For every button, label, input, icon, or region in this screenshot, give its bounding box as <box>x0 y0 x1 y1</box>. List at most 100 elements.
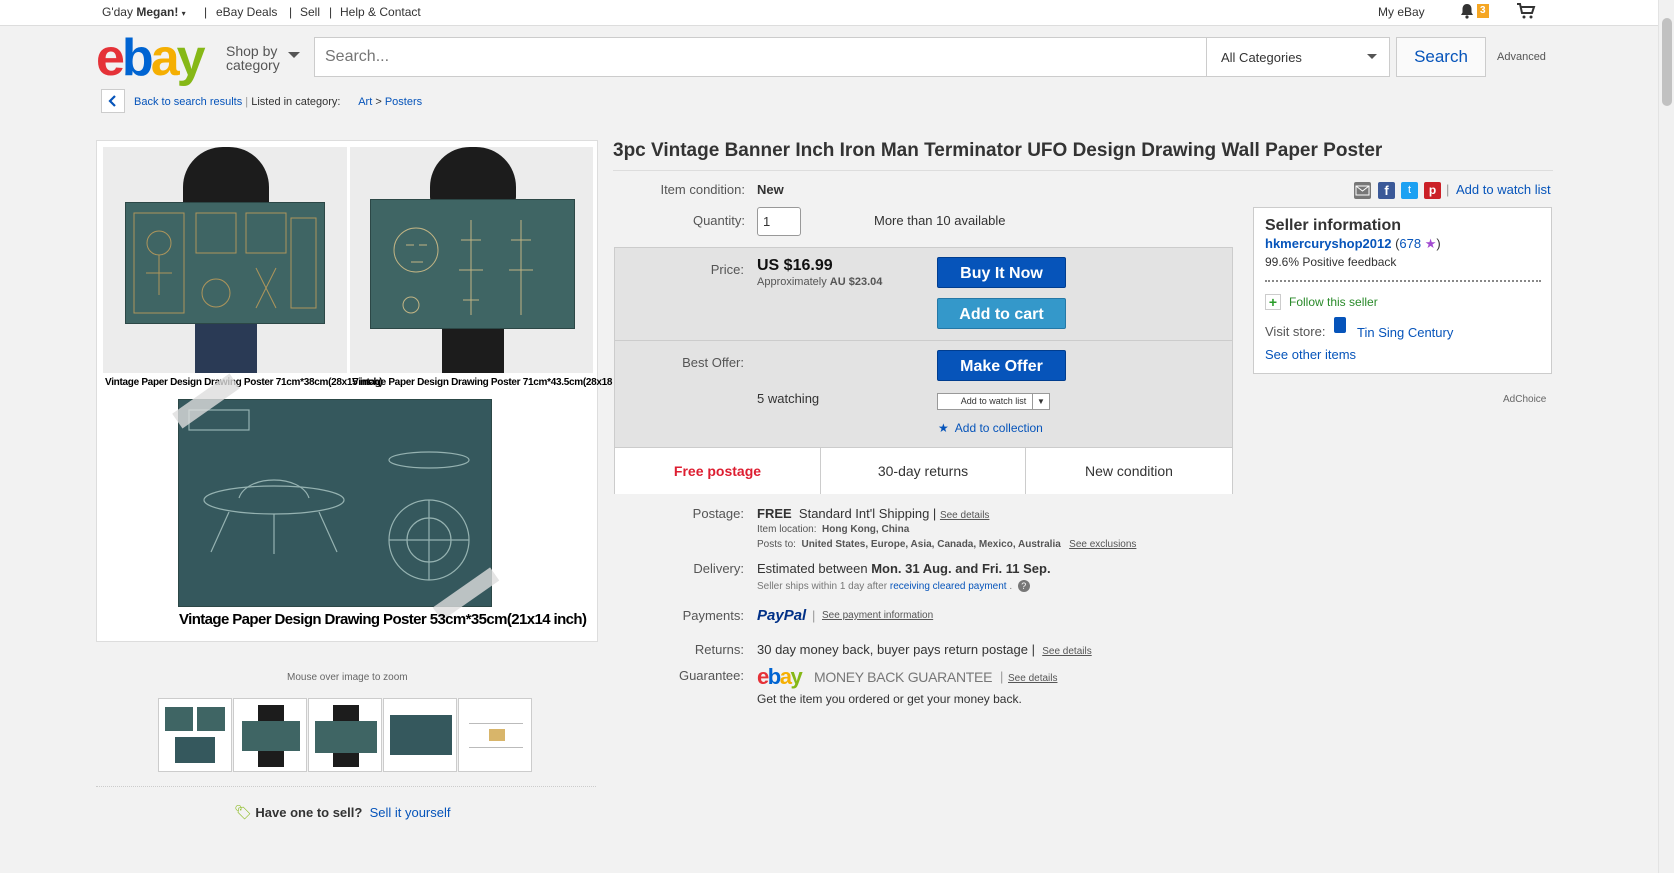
email-icon[interactable] <box>1354 182 1371 199</box>
sell-link[interactable]: Sell <box>300 5 320 19</box>
thumbnail-5[interactable] <box>458 698 532 772</box>
seller-info-box: Seller information hkmercuryshop2012 (67… <box>1253 207 1552 374</box>
ebay-small-logo: ebay <box>757 664 803 690</box>
guarantee-subtext: Get the item you ordered or get your mon… <box>757 692 1022 706</box>
iron-man-poster <box>125 202 325 324</box>
logo-letter: b <box>767 664 781 689</box>
store-link[interactable]: Tin Sing Century <box>1357 325 1453 340</box>
returns-text: 30 day money back, buyer pays return pos… <box>757 642 1035 657</box>
add-to-collection-link[interactable]: Add to collection <box>955 421 1043 435</box>
greeting[interactable]: G'day Megan! ▾ <box>102 5 186 19</box>
category-select[interactable]: All Categories <box>1207 37 1390 77</box>
posts-to-value: United States, Europe, Asia, Canada, Mex… <box>801 539 1061 550</box>
page-scrollbar[interactable] <box>1658 0 1674 873</box>
returns-see-details-link[interactable]: See details <box>1042 646 1091 657</box>
positive-feedback: 99.6% Positive feedback <box>1265 255 1397 269</box>
divider: | <box>289 5 293 19</box>
make-offer-button[interactable]: Make Offer <box>937 350 1066 381</box>
help-icon[interactable]: ? <box>1017 580 1030 592</box>
facebook-icon[interactable]: f <box>1378 182 1395 199</box>
advanced-search-link[interactable]: Advanced <box>1497 51 1546 63</box>
thumbnail-4[interactable] <box>383 698 457 772</box>
ebay-deals-link[interactable]: eBay Deals <box>216 5 277 19</box>
person-jeans <box>195 317 257 373</box>
breadcrumb-posters-link[interactable]: Posters <box>385 96 422 108</box>
caption-ufo: Vintage Paper Design Drawing Poster 53cm… <box>179 611 587 628</box>
breadcrumb: Back to search results | Listed in categ… <box>134 96 422 108</box>
postage-value: FREE Standard Int'l Shipping | See detai… <box>757 506 989 521</box>
guarantee-label: Guarantee: <box>678 668 744 683</box>
chevron-left-icon <box>108 95 116 107</box>
my-ebay-link[interactable]: My eBay <box>1378 5 1425 19</box>
add-to-cart-button[interactable]: Add to cart <box>937 298 1066 329</box>
twitter-icon[interactable]: t <box>1401 182 1418 199</box>
paypal-logo: PayPal <box>757 607 807 624</box>
thumb-text-line <box>469 723 523 724</box>
search-input[interactable] <box>315 38 1206 76</box>
thumb-text-line <box>469 747 523 748</box>
approx-value: AU $23.04 <box>829 276 883 288</box>
back-to-results-link[interactable]: Back to search results <box>134 96 242 108</box>
condition-value: New <box>757 182 784 197</box>
feedback-score-link[interactable]: 678 <box>1399 236 1421 251</box>
chevron-down-icon <box>1367 54 1377 59</box>
shop-by-line1: Shop by <box>226 43 278 59</box>
returns-value: 30 day money back, buyer pays return pos… <box>757 642 1092 657</box>
quantity-input[interactable]: 1 <box>757 207 801 236</box>
posts-to-label: Posts to: <box>757 539 796 550</box>
divider: | <box>1000 669 1004 684</box>
seller-name-row: hkmercuryshop2012 (678 ★) <box>1265 236 1441 251</box>
logo-letter: y <box>176 29 206 87</box>
add-to-watch-list-button[interactable]: Add to watch list ▼ <box>937 393 1050 410</box>
plus-icon[interactable]: + <box>1265 294 1281 310</box>
thumbnail-1[interactable] <box>158 698 232 772</box>
search-box <box>314 37 1207 77</box>
search-button[interactable]: Search <box>1396 37 1486 77</box>
help-contact-link[interactable]: Help & Contact <box>340 5 421 19</box>
chevron-down-icon[interactable]: ▼ <box>1032 394 1049 409</box>
approx-prefix: Approximately <box>757 276 827 288</box>
guarantee-see-details-link[interactable]: See details <box>1008 673 1057 684</box>
see-payment-info-link[interactable]: See payment information <box>822 610 933 621</box>
price-label: Price: <box>710 262 744 277</box>
item-title: 3pc Vintage Banner Inch Iron Man Termina… <box>613 140 1383 161</box>
thumb-poster <box>315 721 377 753</box>
logo-letter: e <box>96 29 125 87</box>
watching-count: 5 watching <box>757 391 820 406</box>
thumbnail-3[interactable] <box>308 698 382 772</box>
price-value: US $16.99 <box>757 257 833 274</box>
pinterest-icon[interactable]: p <box>1424 182 1441 199</box>
breadcrumb-art-link[interactable]: Art <box>358 96 372 108</box>
sell-it-yourself-link[interactable]: Sell it yourself <box>370 805 451 820</box>
shop-by-line2: category <box>226 57 280 73</box>
add-to-collection[interactable]: ★ Add to collection <box>938 421 1043 435</box>
bell-icon[interactable] <box>1459 3 1475 22</box>
buy-it-now-button[interactable]: Buy It Now <box>937 257 1066 288</box>
thumb-poster <box>242 721 300 751</box>
add-to-watch-list-link[interactable]: Add to watch list <box>1456 182 1551 197</box>
quantity-label: Quantity: <box>692 213 745 228</box>
cart-icon[interactable] <box>1516 3 1536 22</box>
see-exclusions-link[interactable]: See exclusions <box>1069 539 1136 550</box>
adchoice-link[interactable]: AdChoice <box>1503 394 1546 405</box>
divider: | <box>329 5 333 19</box>
cleared-payment-link[interactable]: receiving cleared payment <box>890 581 1007 592</box>
shop-by-category[interactable]: Shop by category <box>226 43 300 73</box>
delivery-label: Delivery: <box>693 561 744 576</box>
delivery-prefix: Estimated between <box>757 561 868 576</box>
thumb-poster <box>197 707 225 731</box>
thumbnail-2[interactable] <box>233 698 307 772</box>
listed-in-label: Listed in category: <box>251 96 341 108</box>
follow-seller-link[interactable]: Follow this seller <box>1289 295 1378 309</box>
ebay-logo[interactable]: ebay <box>96 29 206 87</box>
postage-see-details-link[interactable]: See details <box>940 510 989 521</box>
scrollbar-thumb[interactable] <box>1662 18 1672 106</box>
thumb-poster <box>165 707 193 731</box>
person-pants <box>442 329 504 373</box>
ufo-poster <box>172 373 500 621</box>
back-button[interactable] <box>101 89 125 113</box>
see-other-items-link[interactable]: See other items <box>1265 347 1356 362</box>
seller-name-link[interactable]: hkmercuryshop2012 <box>1265 236 1391 251</box>
main-image[interactable]: Vintage Paper Design Drawing Poster 71cm… <box>96 140 637 642</box>
store-icon <box>1334 317 1346 333</box>
